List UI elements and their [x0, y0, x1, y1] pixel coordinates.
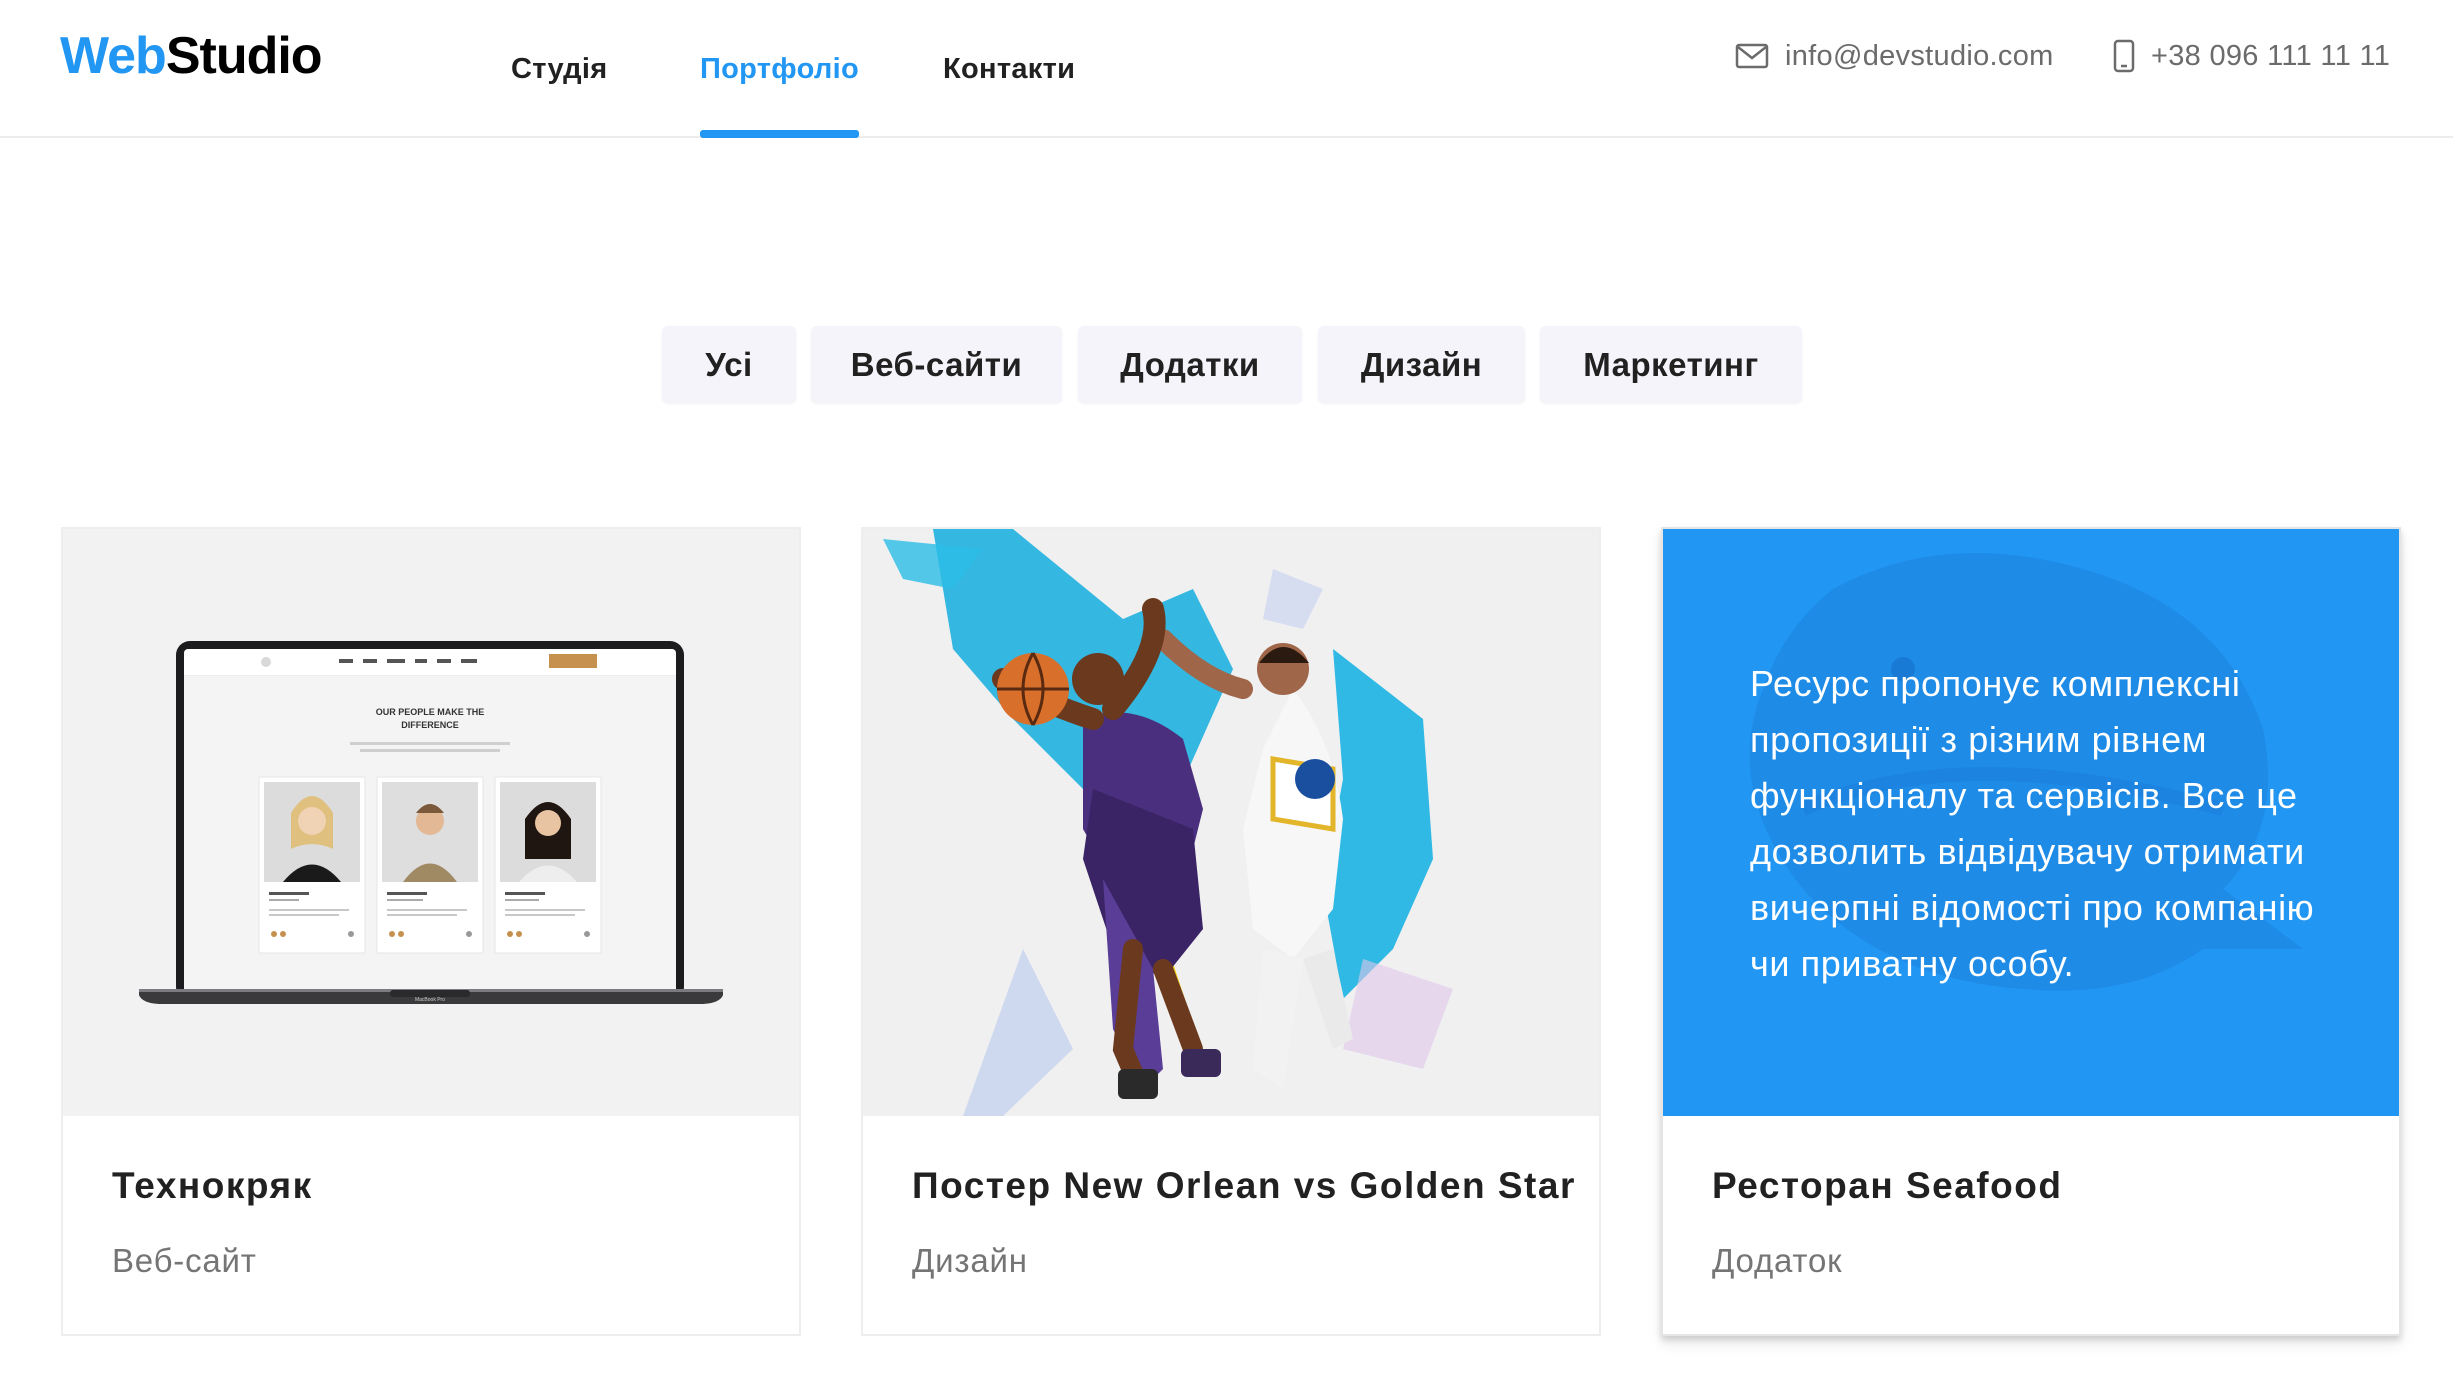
card-image-laptop: OUR PEOPLE MAKE THE DIFFERENCE MacBook P…	[63, 529, 799, 1116]
card-title: Ресторан Seafood	[1712, 1165, 2063, 1206]
basketball-poster-illustration	[883, 529, 1453, 1116]
portfolio-card[interactable]: Постер New Orlean vs Golden Star Дизайн	[861, 527, 1601, 1336]
card-category: Дизайн	[912, 1242, 1028, 1279]
phone-icon	[2113, 39, 2135, 73]
filter-design[interactable]: Дизайн	[1318, 326, 1525, 403]
filter-apps[interactable]: Додатки	[1078, 326, 1302, 403]
filter-all[interactable]: Усі	[662, 326, 796, 403]
nav-item-studio[interactable]: Студія	[511, 0, 607, 138]
card-image-basketball-poster	[863, 529, 1599, 1116]
mockup-heading-1: OUR PEOPLE MAKE THE	[376, 707, 485, 717]
card-title: Постер New Orlean vs Golden Star	[912, 1165, 1576, 1206]
phone-text: +38 096 111 11 11	[2151, 39, 2391, 72]
mockup-laptop-label: MacBook Pro	[415, 997, 445, 1003]
email-text: info@devstudio.com	[1785, 39, 2054, 72]
card-category: Додаток	[1712, 1242, 1843, 1279]
filter-websites[interactable]: Веб-сайти	[811, 326, 1062, 403]
portfolio-filters: Усі Веб-сайти Додатки Дизайн Маркетинг	[0, 326, 2453, 403]
logo-web: Web	[60, 27, 167, 85]
logo-studio: Studio	[165, 27, 323, 85]
mail-icon	[1735, 43, 1769, 69]
card-category: Веб-сайт	[112, 1242, 257, 1279]
phone-link[interactable]: +38 096 111 11 11	[2113, 0, 2390, 112]
laptop-mockup-illustration: OUR PEOPLE MAKE THE DIFFERENCE MacBook P…	[139, 641, 723, 1004]
mockup-heading-2: DIFFERENCE	[401, 720, 459, 730]
logo[interactable]: WebStudio	[60, 24, 323, 88]
card-overlay-description: Ресурс пропонує комплексні пропозиції з …	[1750, 663, 2315, 984]
filter-marketing[interactable]: Маркетинг	[1540, 326, 1802, 403]
nav-item-contacts[interactable]: Контакти	[943, 0, 1075, 138]
portfolio-card[interactable]: OUR PEOPLE MAKE THE DIFFERENCE MacBook P…	[61, 527, 801, 1336]
site-header: WebStudio Студія Портфоліо Контакти info…	[0, 0, 2453, 138]
card-title: Технокряк	[112, 1165, 313, 1206]
card-image-seafood: Ресурс пропонує комплексні пропозиції з …	[1663, 529, 2399, 1116]
portfolio-card[interactable]: Ресурс пропонує комплексні пропозиції з …	[1661, 527, 2401, 1336]
email-link[interactable]: info@devstudio.com	[1735, 0, 2054, 112]
nav-item-portfolio[interactable]: Портфоліо	[700, 0, 859, 138]
